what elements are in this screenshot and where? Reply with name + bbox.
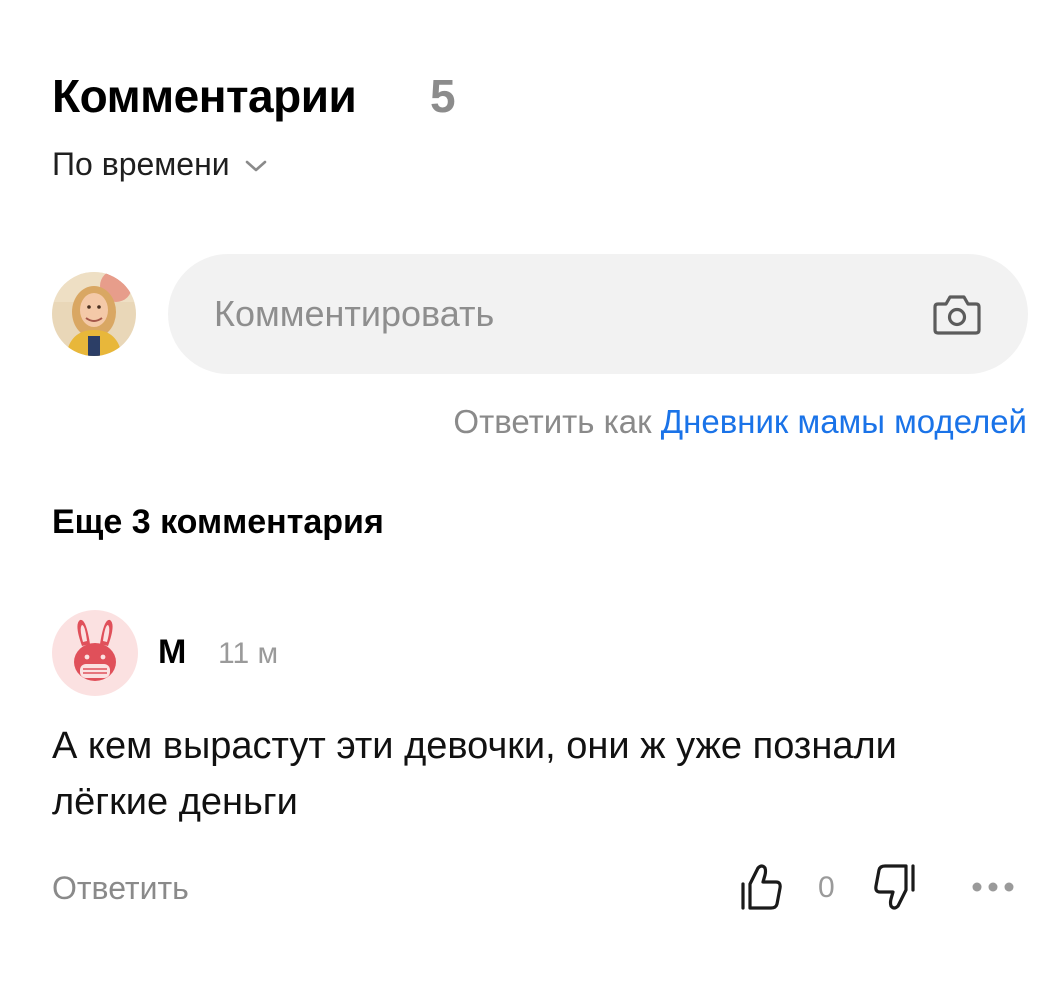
reply-as-label: Ответить как (453, 403, 652, 440)
comment-author-name[interactable]: М (158, 630, 186, 674)
comments-title: Комментарии (52, 70, 357, 122)
more-options-icon[interactable] (968, 872, 1018, 902)
bunny-mask-icon (74, 619, 116, 681)
comment-timestamp: 11 м (218, 637, 279, 670)
user-avatar[interactable] (52, 272, 136, 356)
comment-input-placeholder: Комментировать (214, 293, 495, 334)
sort-dropdown[interactable]: По времени (52, 144, 268, 184)
rating-count: 0 (818, 871, 835, 904)
comments-count: 5 (430, 70, 456, 122)
comment-author-avatar[interactable] (52, 610, 138, 696)
comment-input[interactable]: Комментировать (168, 254, 1028, 374)
thumbs-down-icon[interactable] (872, 862, 916, 912)
chevron-down-icon (245, 160, 266, 172)
reply-button[interactable]: Ответить (52, 866, 189, 910)
comment-text: А кем вырастут эти девочки, они ж уже по… (52, 725, 897, 823)
user-avatar-image (52, 272, 136, 356)
camera-icon[interactable] (932, 292, 982, 336)
thumbs-up-icon[interactable] (740, 862, 784, 912)
show-more-comments[interactable]: Еще 3 комментария (52, 500, 384, 544)
reply-as: Ответить как Дневник мамы моделей (453, 400, 1027, 444)
sort-label: По времени (52, 146, 230, 182)
reply-as-channel-link[interactable]: Дневник мамы моделей (661, 403, 1027, 440)
